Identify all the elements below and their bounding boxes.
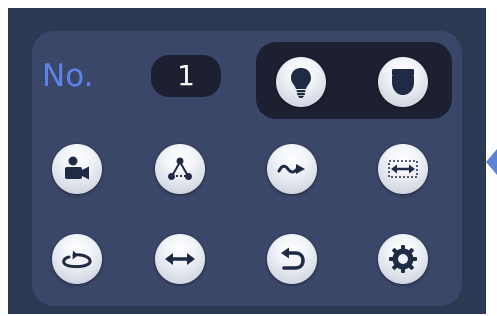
light-button[interactable] <box>276 57 326 107</box>
pattern-icon <box>277 164 305 174</box>
pattern-button[interactable] <box>267 144 317 194</box>
rotate-button[interactable] <box>52 234 102 284</box>
expand-panel-arrow[interactable] <box>477 138 497 186</box>
wiper-button[interactable] <box>378 57 428 107</box>
go-back-button[interactable] <box>267 234 317 284</box>
camera-dome-icon <box>392 69 414 95</box>
return-icon <box>281 247 305 270</box>
number-input[interactable]: 1 <box>151 55 221 97</box>
preset-button[interactable] <box>52 144 102 194</box>
tour-button[interactable] <box>155 144 205 194</box>
settings-button[interactable] <box>378 234 428 284</box>
tour-icon <box>168 157 192 180</box>
scan-button[interactable] <box>378 144 428 194</box>
scan-icon <box>388 160 418 178</box>
rotate-icon <box>62 250 92 269</box>
pan-icon <box>165 253 195 265</box>
light-bulb-icon <box>291 68 311 98</box>
gear-icon <box>389 245 417 273</box>
pan-button[interactable] <box>155 234 205 284</box>
camera-icon <box>65 156 89 180</box>
number-label: No. <box>42 58 94 94</box>
